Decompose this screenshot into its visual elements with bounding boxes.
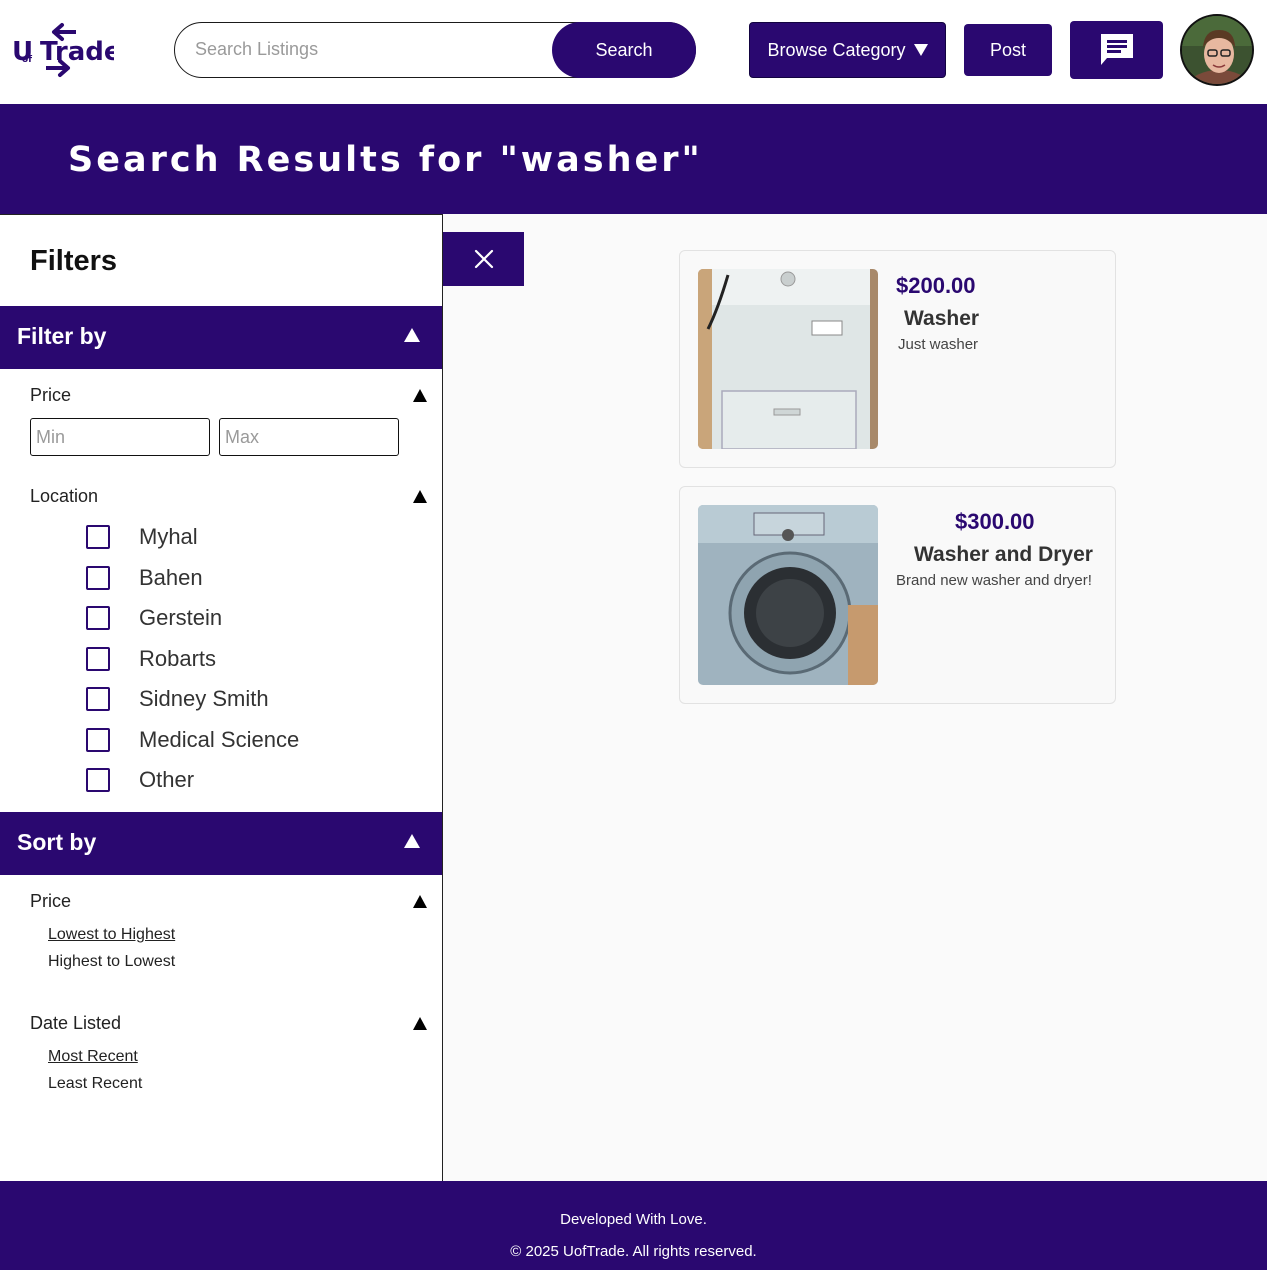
location-option-myhal[interactable]: Myhal (86, 524, 198, 550)
price-filter-toggle-icon[interactable] (413, 389, 427, 402)
listing-description: Just washer (898, 336, 979, 353)
washer-photo[interactable] (698, 269, 878, 449)
listing-title: Washer and Dryer (914, 543, 1093, 566)
price-max-input[interactable] (219, 418, 399, 456)
svg-text:Trade: Trade (40, 37, 114, 67)
listing-card[interactable]: $300.00 Washer and Dryer Brand new washe… (679, 486, 1116, 704)
top-navbar: U of Trade Search Browse Category Post (0, 0, 1267, 104)
location-option-label: Gerstein (139, 605, 223, 630)
checkbox[interactable] (86, 525, 110, 549)
sort-date-most-recent[interactable]: Most Recent (48, 1048, 138, 1066)
sort-date-toggle-icon[interactable] (413, 1017, 427, 1030)
sort-date-label: Date Listed (30, 1013, 122, 1033)
filters-panel: Filters Filter by Price Location Myhal B… (0, 214, 443, 1181)
location-option-other[interactable]: Other (86, 767, 194, 793)
filters-heading: Filters (30, 245, 118, 277)
location-filter-label: Location (30, 486, 99, 506)
location-filter-toggle-icon[interactable] (413, 490, 427, 503)
collapse-triangle-icon (404, 328, 420, 342)
sort-price-label: Price (30, 891, 72, 911)
checkbox[interactable] (86, 728, 110, 752)
close-icon (474, 249, 493, 269)
checkbox[interactable] (86, 606, 110, 630)
sort-price-low-high[interactable]: Lowest to Highest (48, 926, 175, 944)
sort-by-header[interactable]: Sort by (0, 812, 442, 875)
svg-text:of: of (22, 55, 32, 65)
location-option-label: Robarts (139, 646, 217, 671)
close-filters-button[interactable] (443, 232, 524, 286)
checkbox[interactable] (86, 647, 110, 671)
location-option-label: Myhal (139, 524, 198, 549)
listing-description: Brand new washer and dryer! (896, 572, 1092, 589)
sort-price-high-low[interactable]: Highest to Lowest (48, 953, 175, 971)
browse-category-label: Browse Category (767, 39, 906, 60)
page-title: Search Results for "washer" (68, 140, 703, 180)
footer-tagline: Developed With Love. (560, 1211, 707, 1228)
results-banner: Search Results for "washer" (0, 104, 1267, 214)
price-filter-label: Price (30, 385, 72, 405)
listing-price: $200.00 (896, 273, 976, 298)
search-button[interactable]: Search (552, 22, 696, 78)
location-option-label: Medical Science (139, 727, 300, 752)
search-input[interactable] (195, 23, 555, 76)
washer-dryer-photo[interactable] (698, 505, 878, 685)
listing-price: $300.00 (955, 509, 1035, 534)
price-min-input[interactable] (30, 418, 210, 456)
uoftrade-logo[interactable]: U of Trade (10, 22, 122, 78)
messages-button[interactable] (1070, 21, 1163, 79)
sort-by-label: Sort by (17, 829, 97, 855)
checkbox[interactable] (86, 687, 110, 711)
location-option-gerstein[interactable]: Gerstein (86, 605, 222, 631)
listing-card[interactable]: $200.00 Washer Just washer (679, 250, 1116, 468)
location-option-label: Bahen (139, 565, 203, 590)
location-option-sidney-smith[interactable]: Sidney Smith (86, 686, 269, 712)
listing-title: Washer (904, 307, 980, 330)
post-label: Post (989, 39, 1027, 60)
checkbox[interactable] (86, 768, 110, 792)
chat-icon (1100, 34, 1133, 65)
location-option-label: Other (139, 767, 195, 792)
location-option-medical-science[interactable]: Medical Science (86, 727, 299, 753)
sort-price-toggle-icon[interactable] (413, 895, 427, 908)
post-button[interactable]: Post (964, 24, 1052, 76)
footer: Developed With Love. © 2025 UofTrade. Al… (0, 1181, 1267, 1270)
location-option-label: Sidney Smith (139, 686, 269, 711)
collapse-triangle-icon (404, 834, 420, 848)
filter-by-header[interactable]: Filter by (0, 306, 442, 369)
footer-copyright: © 2025 UofTrade. All rights reserved. (510, 1243, 757, 1260)
user-avatar[interactable] (1180, 14, 1254, 86)
location-option-robarts[interactable]: Robarts (86, 646, 216, 672)
browse-category-button[interactable]: Browse Category (749, 22, 946, 78)
caret-down-icon (913, 44, 928, 56)
checkbox[interactable] (86, 566, 110, 590)
location-option-bahen[interactable]: Bahen (86, 565, 203, 591)
sort-date-least-recent[interactable]: Least Recent (48, 1075, 142, 1093)
filter-by-label: Filter by (17, 323, 107, 349)
